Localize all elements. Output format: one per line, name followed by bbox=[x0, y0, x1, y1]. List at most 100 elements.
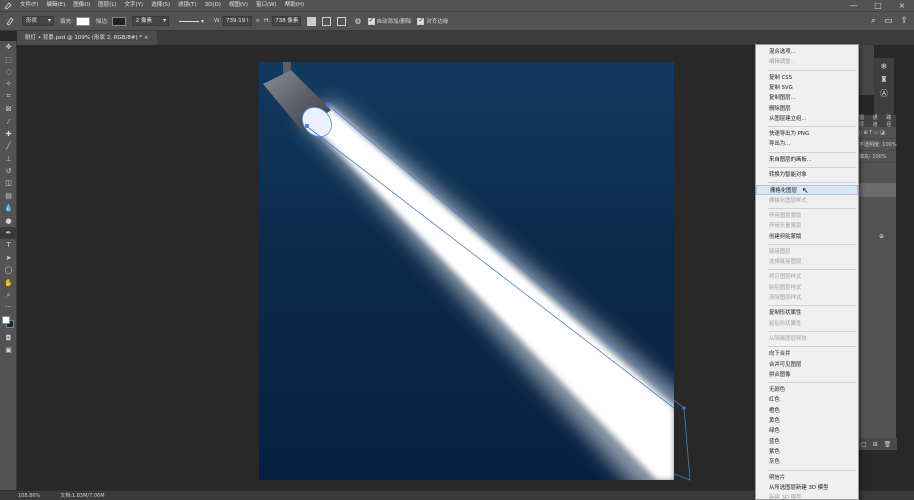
tool-preset-picker[interactable] bbox=[4, 15, 16, 27]
color-swatches[interactable] bbox=[0, 314, 17, 332]
search-icon[interactable]: ⌕ bbox=[871, 16, 876, 26]
eraser-tool-icon[interactable]: ◫ bbox=[0, 177, 17, 189]
blur-tool-icon[interactable]: 💧 bbox=[0, 202, 17, 214]
tab-channels[interactable]: 通道 bbox=[873, 114, 883, 128]
gradient-tool-icon[interactable]: ▤ bbox=[0, 190, 17, 202]
lasso-tool-icon[interactable]: ◌ bbox=[0, 66, 17, 78]
context-menu-item[interactable]: 删除图层 bbox=[756, 104, 858, 114]
auto-add-checkbox[interactable] bbox=[367, 16, 375, 25]
context-menu-item[interactable]: 无颜色 bbox=[756, 385, 858, 395]
properties-icon[interactable]: Ⓐ bbox=[880, 88, 888, 99]
workspace-icon[interactable]: ▭ bbox=[884, 16, 893, 26]
menu-item[interactable]: 3D(D) bbox=[201, 0, 225, 11]
screen-mode-icon[interactable]: ▣ bbox=[0, 344, 17, 356]
menu-item[interactable]: 编辑(E) bbox=[42, 0, 69, 11]
brush-tool-icon[interactable]: ╱ bbox=[0, 140, 17, 152]
menu-item[interactable]: 文字(Y) bbox=[121, 0, 148, 11]
maximize-button[interactable]: □ bbox=[866, 0, 890, 11]
fill-row[interactable]: 填充: 100% bbox=[857, 151, 896, 163]
healing-brush-tool-icon[interactable]: ✚ bbox=[0, 128, 17, 140]
path-operations-icon[interactable] bbox=[307, 16, 317, 26]
foreground-color[interactable] bbox=[2, 315, 10, 324]
frame-tool-icon[interactable]: ⊠ bbox=[0, 103, 17, 115]
new-group-icon[interactable]: ▢ bbox=[861, 441, 867, 448]
gear-icon[interactable]: ⚙ bbox=[354, 17, 361, 26]
context-menu-item[interactable]: 红色 bbox=[756, 395, 858, 405]
width-input[interactable]: 739.19 l bbox=[222, 16, 252, 26]
magic-wand-tool-icon[interactable]: ✧ bbox=[0, 78, 17, 90]
move-tool-icon[interactable]: ✥ bbox=[0, 41, 17, 53]
height-input[interactable]: 738 像素 bbox=[272, 16, 302, 26]
stroke-type-picker[interactable] bbox=[178, 20, 199, 22]
path-alignment-icon[interactable] bbox=[322, 16, 332, 26]
crop-tool-icon[interactable]: ⌗ bbox=[0, 91, 17, 103]
menu-item[interactable]: 视图(V) bbox=[225, 0, 252, 11]
context-menu-item[interactable]: 明信片 bbox=[756, 473, 858, 483]
marquee-tool-icon[interactable]: ⬚ bbox=[0, 53, 17, 65]
context-menu-item[interactable]: 导出为... bbox=[756, 139, 858, 149]
pen-tool-icon[interactable]: ✒ bbox=[0, 226, 17, 240]
stroke-swatch[interactable] bbox=[111, 16, 126, 26]
context-menu-item[interactable]: 黄色 bbox=[756, 416, 858, 426]
new-layer-icon[interactable]: ⊞ bbox=[873, 441, 878, 448]
clone-stamp-tool-icon[interactable]: ⊥ bbox=[0, 153, 17, 165]
more-tools-icon[interactable]: ··· bbox=[0, 301, 17, 313]
menu-item[interactable]: 图像(I) bbox=[69, 0, 94, 11]
context-menu-item[interactable]: 栅格化图层 ↖ bbox=[756, 185, 858, 196]
quick-mask-icon[interactable]: ◘ bbox=[0, 332, 17, 344]
context-menu-item[interactable]: 复制 CSS bbox=[756, 73, 858, 83]
context-menu-item[interactable]: 来自图层的画板... bbox=[756, 155, 858, 165]
menu-item[interactable]: 选择(S) bbox=[147, 0, 174, 11]
context-menu-item[interactable]: 创建剪贴蒙版 bbox=[756, 232, 858, 242]
pen-tool-icon[interactable] bbox=[0, 0, 16, 11]
close-button[interactable]: × bbox=[890, 0, 914, 11]
context-menu-item[interactable]: 混合选项... bbox=[756, 47, 858, 57]
libraries-icon[interactable]: ♜ bbox=[880, 75, 887, 84]
context-menu-item[interactable]: 橙色 bbox=[756, 406, 858, 416]
context-menu-item[interactable]: 复制图层... bbox=[756, 93, 858, 103]
tool-mode-select[interactable]: 形状 bbox=[22, 16, 55, 26]
context-menu-item[interactable]: 从所选图层新建 3D 模型 bbox=[756, 483, 858, 493]
delete-layer-icon[interactable]: 🗑 bbox=[884, 441, 892, 448]
minimize-button[interactable]: — bbox=[842, 0, 866, 11]
menu-item[interactable]: 图层(L) bbox=[94, 0, 120, 11]
type-tool-icon[interactable]: T bbox=[0, 239, 17, 251]
ellipse-tool-icon[interactable]: ◯ bbox=[0, 264, 17, 276]
document-tab[interactable]: 射灯 • 背景.psd @ 109% (形状 2, RGB/8#) * × bbox=[17, 31, 157, 45]
align-edges-checkbox[interactable] bbox=[417, 16, 425, 25]
context-menu-item[interactable]: 拼合图像 bbox=[756, 370, 858, 380]
dodge-tool-icon[interactable]: ● bbox=[0, 214, 17, 226]
tab-layers[interactable]: 图层 bbox=[859, 114, 869, 128]
menu-item[interactable]: 滤镜(T) bbox=[174, 0, 201, 11]
menu-item[interactable]: 文件(F) bbox=[16, 0, 42, 11]
context-menu-item[interactable]: 向下合并 bbox=[756, 349, 858, 359]
context-menu-item[interactable]: 紫色 bbox=[756, 447, 858, 457]
layer-filter-row[interactable]: ▯ ⊕ T ▭ ◪ bbox=[857, 127, 896, 139]
context-menu-item[interactable]: 从图层建立组... bbox=[756, 114, 858, 124]
opacity-row[interactable]: 不透明度: 100% bbox=[857, 139, 897, 151]
fill-value[interactable]: 100% bbox=[872, 154, 886, 160]
path-arrangement-icon[interactable] bbox=[337, 16, 347, 26]
selected-layer-row[interactable] bbox=[857, 183, 896, 197]
document-canvas[interactable] bbox=[259, 62, 674, 480]
opacity-value[interactable]: 100% bbox=[882, 142, 896, 148]
adjustments-icon[interactable]: ❄ bbox=[881, 62, 888, 71]
fill-swatch[interactable] bbox=[75, 16, 90, 26]
path-selection-tool-icon[interactable]: ➤ bbox=[0, 252, 17, 264]
context-menu-item[interactable]: 快速导出为 PNG bbox=[756, 129, 858, 139]
share-icon[interactable]: ⇪ bbox=[900, 16, 908, 26]
eyedropper-tool-icon[interactable]: ⁄ bbox=[0, 115, 17, 127]
context-menu-item[interactable]: 合并可见图层 bbox=[756, 360, 858, 370]
context-menu-item[interactable]: 灰色 bbox=[756, 457, 858, 467]
zoom-level[interactable]: 108.86% bbox=[18, 493, 40, 499]
history-brush-tool-icon[interactable]: ↺ bbox=[0, 165, 17, 177]
zoom-tool-icon[interactable]: ⌕ bbox=[0, 289, 17, 301]
context-menu-item[interactable]: 转换为智能对象 bbox=[756, 170, 858, 180]
stroke-width-select[interactable]: 2 像素 bbox=[131, 16, 169, 26]
menu-item[interactable]: 帮助(H) bbox=[281, 0, 308, 11]
context-menu-item[interactable]: 复制 SVG bbox=[756, 83, 858, 93]
context-menu-item[interactable]: 复制形状属性 bbox=[756, 308, 858, 318]
context-menu-item[interactable]: 绿色 bbox=[756, 426, 858, 436]
menu-item[interactable]: 窗口(W) bbox=[252, 0, 281, 11]
tab-paths[interactable]: 路径 bbox=[886, 114, 896, 128]
